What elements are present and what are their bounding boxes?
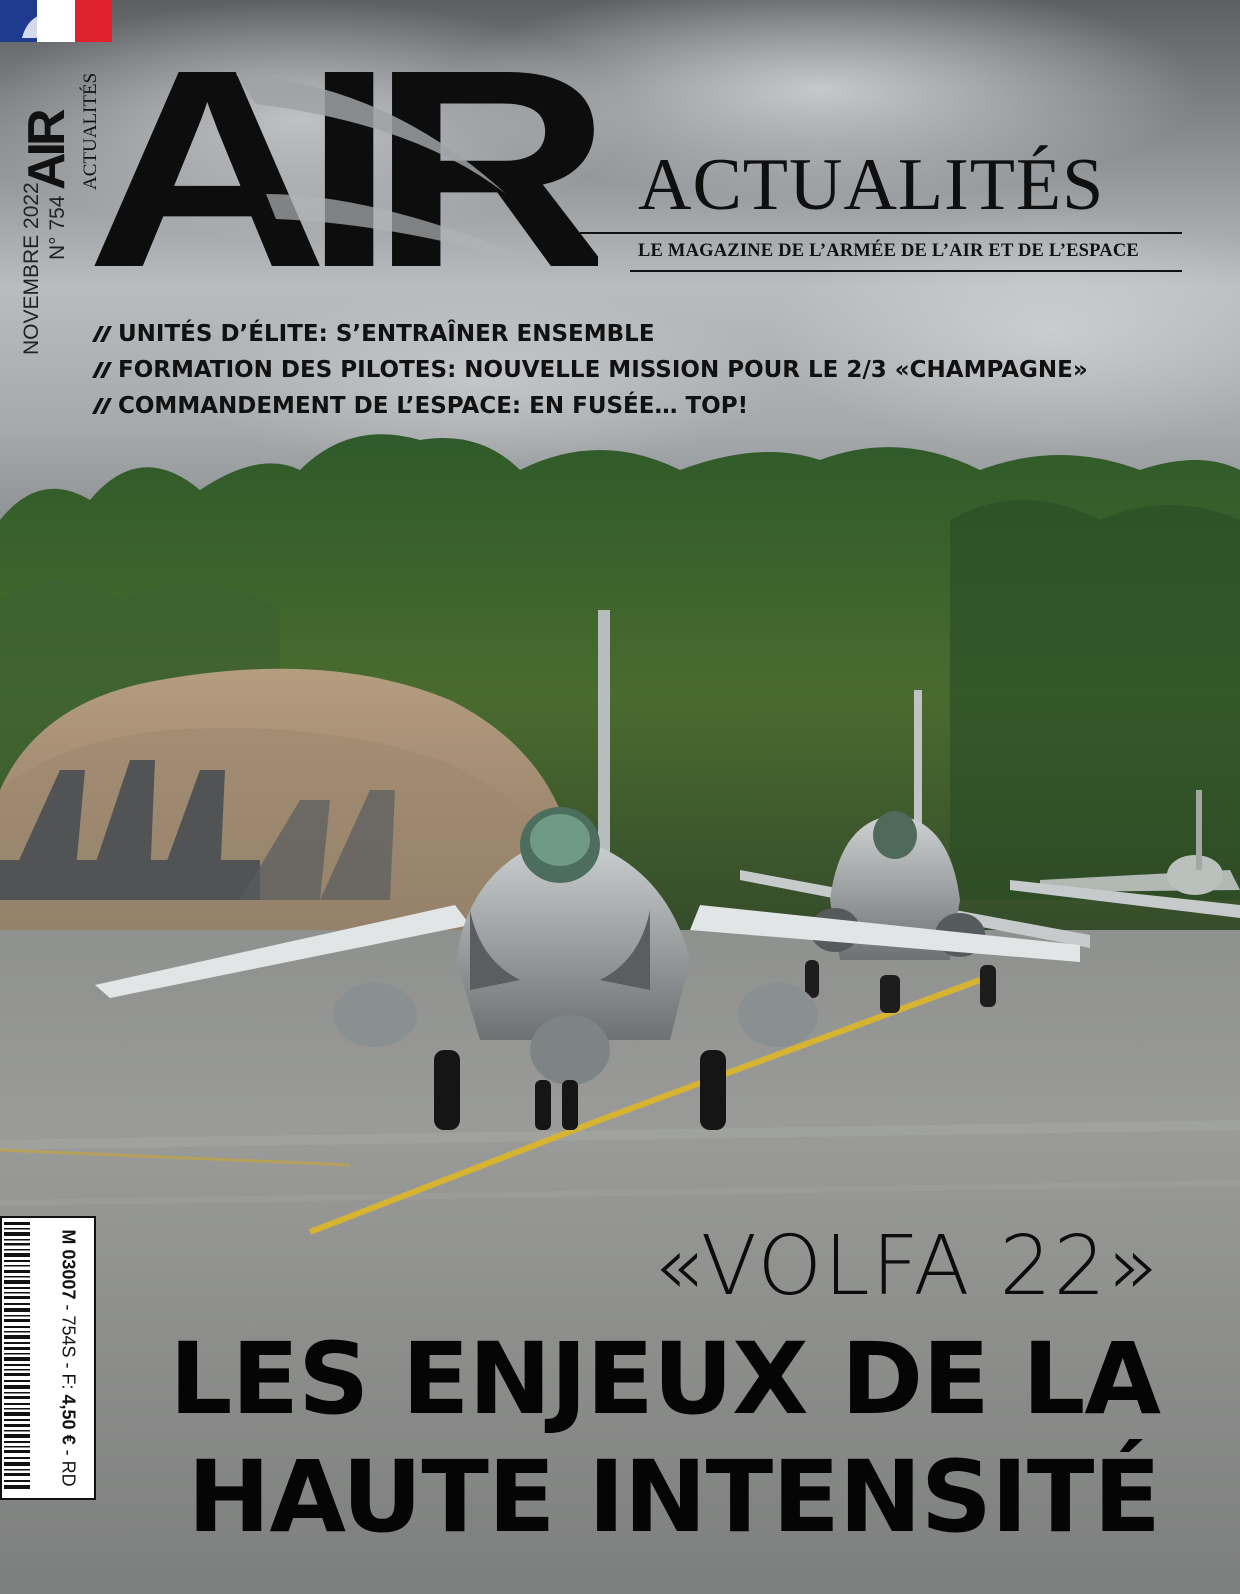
magazine-cover: AIR ACTUALITÉS NOVEMBRE 2022 N° 754 AIR … bbox=[0, 0, 1240, 1594]
barcode-icon bbox=[4, 1222, 30, 1489]
title-rule-bottom bbox=[630, 270, 1182, 272]
double-slash-icon bbox=[92, 362, 112, 378]
cover-headlines: UNITÉS D’ÉLITE: S’ENTRAÎNER ENSEMBLE FOR… bbox=[90, 316, 1088, 424]
headline-item: UNITÉS D’ÉLITE: S’ENTRAÎNER ENSEMBLE bbox=[90, 316, 1088, 352]
headline-item: COMMANDEMENT DE L’ESPACE: EN FUSÉE… TOP! bbox=[90, 388, 1088, 424]
issue-number-wrap: N° 754 bbox=[46, 196, 70, 260]
title-rule-top bbox=[580, 232, 1182, 234]
barcode-box: M 03007 - 754S - F: 4,50 € - RD bbox=[0, 1216, 96, 1500]
headline-text: UNITÉS D’ÉLITE: S’ENTRAÎNER ENSEMBLE bbox=[118, 321, 655, 347]
headline-item: FORMATION DES PILOTES: NOUVELLE MISSION … bbox=[90, 352, 1088, 388]
barcode-suffix: - 754S - F: bbox=[58, 1304, 79, 1390]
issue-info: NOVEMBRE 2022 bbox=[20, 182, 44, 355]
headline-text: COMMANDEMENT DE L’ESPACE: EN FUSÉE… TOP! bbox=[118, 393, 749, 419]
cover-story-title-line1: LES ENJEUX DE LA bbox=[169, 1322, 1161, 1437]
double-slash-icon bbox=[92, 398, 112, 414]
magazine-title: ACTUALITÉS bbox=[638, 144, 1105, 226]
issue-date: NOVEMBRE 2022 bbox=[20, 182, 43, 355]
headline-text: FORMATION DES PILOTES: NOUVELLE MISSION … bbox=[118, 357, 1088, 383]
air-logo: AIR bbox=[86, 44, 598, 274]
marianne-flag-icon bbox=[18, 2, 64, 46]
magazine-subtitle: LE MAGAZINE DE L’ARMÉE DE L’AIR ET DE L’… bbox=[638, 241, 1139, 261]
barcode-text: M 03007 - 754S - F: 4,50 € - RD bbox=[58, 1228, 79, 1488]
air-logo-text: AIR bbox=[86, 44, 598, 274]
issue-number: N° 754 bbox=[46, 195, 69, 260]
double-slash-icon bbox=[92, 326, 112, 342]
cover-story-title-line2: HAUTE INTENSITÉ bbox=[187, 1440, 1161, 1555]
cover-story-quote-title: «VOLFA 22» bbox=[653, 1219, 1160, 1314]
barcode-region: - RD bbox=[58, 1449, 79, 1487]
side-logo-air: AIR bbox=[18, 109, 76, 190]
barcode-code: M 03007 bbox=[58, 1229, 79, 1300]
barcode-price: 4,50 € bbox=[58, 1394, 79, 1445]
flag-red-band bbox=[74, 0, 112, 42]
